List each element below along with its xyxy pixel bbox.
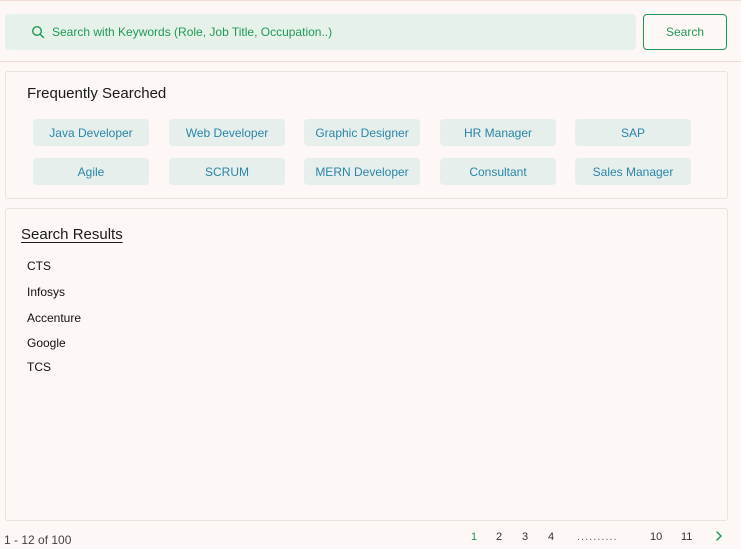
- page-11-link[interactable]: 11: [681, 531, 692, 543]
- search-results-title: Search Results: [21, 226, 123, 243]
- chip-sales-manager[interactable]: Sales Manager: [575, 158, 691, 185]
- page-1-link[interactable]: 1: [471, 531, 477, 543]
- search-placeholder: Search with Keywords (Role, Job Title, O…: [52, 25, 333, 39]
- chevron-right-icon[interactable]: [713, 529, 725, 543]
- result-item[interactable]: Google: [27, 336, 66, 350]
- top-border: [0, 0, 741, 3]
- page-2-link[interactable]: 2: [496, 531, 502, 543]
- divider: [0, 61, 741, 62]
- chip-mern-developer[interactable]: MERN Developer: [304, 158, 420, 185]
- pagination-ellipsis: ..........: [577, 531, 618, 543]
- search-results-panel: Search Results CTS Infosys Accenture Goo…: [5, 208, 728, 521]
- frequently-searched-title: Frequently Searched: [27, 85, 167, 102]
- chip-agile[interactable]: Agile: [33, 158, 149, 185]
- search-button[interactable]: Search: [643, 14, 727, 50]
- search-input[interactable]: Search with Keywords (Role, Job Title, O…: [5, 14, 636, 50]
- frequently-searched-panel: Frequently Searched Java Developer Web D…: [5, 71, 728, 199]
- result-item[interactable]: CTS: [27, 259, 51, 273]
- result-item[interactable]: Accenture: [27, 311, 81, 325]
- chip-sap[interactable]: SAP: [575, 119, 691, 146]
- results-count: 1 - 12 of 100: [4, 533, 72, 547]
- chip-web-developer[interactable]: Web Developer: [169, 119, 285, 146]
- page-4-link[interactable]: 4: [548, 531, 554, 543]
- result-item[interactable]: TCS: [27, 360, 51, 374]
- chip-consultant[interactable]: Consultant: [440, 158, 556, 185]
- search-icon: [31, 25, 45, 39]
- page-10-link[interactable]: 10: [650, 531, 662, 543]
- chip-graphic-designer[interactable]: Graphic Designer: [304, 119, 420, 146]
- chip-java-developer[interactable]: Java Developer: [33, 119, 149, 146]
- page-3-link[interactable]: 3: [522, 531, 528, 543]
- result-item[interactable]: Infosys: [27, 285, 65, 299]
- chip-scrum[interactable]: SCRUM: [169, 158, 285, 185]
- chip-hr-manager[interactable]: HR Manager: [440, 119, 556, 146]
